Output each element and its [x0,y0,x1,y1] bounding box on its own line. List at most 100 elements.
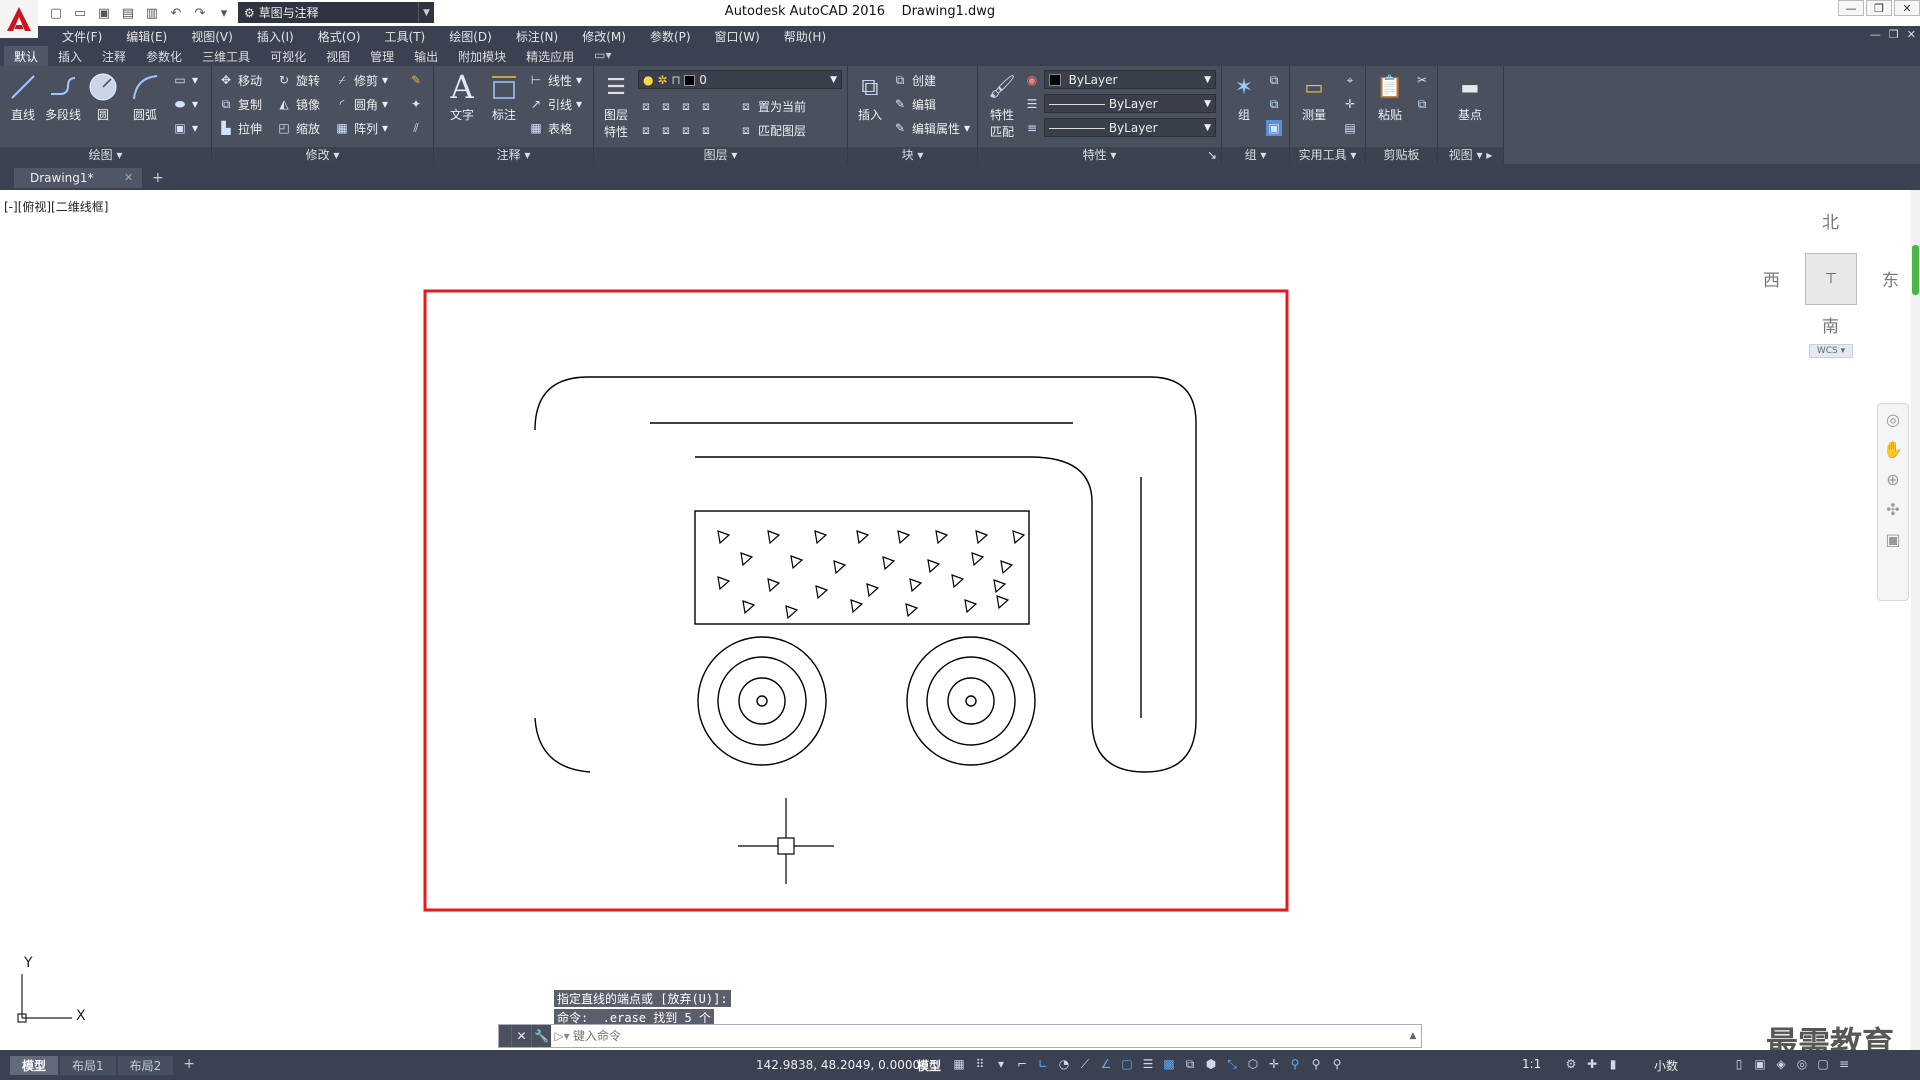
new-tab-button[interactable]: + [152,170,164,186]
trim-button[interactable]: ⌿ 修剪 ▾ [334,70,388,90]
hardware-acceleration-icon[interactable]: ◎ [1793,1054,1811,1074]
mirror-button[interactable]: ◭ 镜像 [276,94,320,114]
auto-scale-icon[interactable]: ⚲ [1307,1054,1325,1074]
doc-minimize-button[interactable]: — [1870,28,1881,41]
tab-featured-apps[interactable]: 精选应用 [516,46,584,66]
zoom-icon[interactable]: ⊕ [1878,464,1908,494]
menu-insert[interactable]: 插入(I) [245,28,306,45]
object-snap-tracking-icon[interactable]: ∠ [1097,1054,1115,1074]
vertical-scrollbar[interactable] [1911,190,1920,1050]
annotation-visibility-icon[interactable]: ⚲ [1286,1054,1304,1074]
object-snap-icon[interactable]: ▢ [1118,1054,1136,1074]
close-button[interactable]: ✕ [1894,0,1920,16]
linear-dimension-button[interactable]: ⊢ 线性 ▾ [528,70,582,90]
snap-icon[interactable]: ⠿ [971,1054,989,1074]
dynamic-input-icon[interactable]: ⌐ [1013,1054,1031,1074]
tab-visualize[interactable]: 可视化 [260,46,316,66]
tab-addins[interactable]: 附加模块 [448,46,516,66]
ortho-icon[interactable]: ∟ [1034,1054,1052,1074]
copy-button[interactable]: ⧉ 复制 [218,94,262,114]
lineweight-toggle-icon[interactable]: ☰ [1139,1054,1157,1074]
tab-home[interactable]: 默认 [4,46,49,66]
transparency-icon[interactable]: ▩ [1160,1054,1178,1074]
doc-close-button[interactable]: ✕ [1907,28,1916,41]
pan-icon[interactable]: ✋ [1878,434,1908,464]
lock-ui-icon[interactable]: ▣ [1751,1054,1769,1074]
match-layer-button[interactable]: ⧈ 匹配图层 [738,120,806,140]
wrench-icon[interactable]: 🔧 [531,1025,551,1047]
viewcube-top-face[interactable]: ⊤ [1805,253,1857,305]
doc-restore-button[interactable]: ❐ [1889,28,1899,41]
viewcube-east[interactable]: 东 [1882,266,1899,291]
group-select-tool[interactable]: ▣ [1266,118,1282,138]
copy-clip-tool[interactable]: ⧉ [1414,94,1430,114]
grid-icon[interactable]: ▦ [950,1054,968,1074]
stretch-button[interactable]: ▙ 拉伸 [218,118,262,138]
create-block-button[interactable]: ⧉ 创建 [892,70,936,90]
model-space-toggle[interactable]: 模型 [917,1057,941,1074]
units-display[interactable]: 小数 [1654,1057,1678,1074]
utilities-panel-title[interactable]: 实用工具 ▾ [1290,147,1365,164]
tab-layout2[interactable]: 布局2 [117,1056,174,1075]
view-panel-title[interactable]: 视图 ▾ ▸ [1438,147,1503,164]
layer-tools-row-1[interactable]: ⧈ ⧈ ⧈ ⧈ [638,96,714,116]
text-button[interactable]: A 文字 [442,68,482,123]
match-properties-button[interactable]: 🖌 特性 匹配 [982,70,1022,140]
annotation-panel-title[interactable]: 注释 ▾ [434,147,593,164]
paste-button[interactable]: 📋 粘贴 [1370,70,1410,123]
array-button[interactable]: ▦ 阵列 ▾ [334,118,388,138]
arc-button[interactable]: 圆弧 [125,70,165,123]
tab-output[interactable]: 输出 [404,46,448,66]
showmotion-icon[interactable]: ▣ [1878,524,1908,554]
line-button[interactable]: 直线 [3,70,43,123]
edit-block-button[interactable]: ✎ 编辑 [892,94,936,114]
tab-model[interactable]: 模型 [10,1056,59,1075]
scrollbar-thumb[interactable] [1912,245,1919,295]
chevron-up-icon[interactable]: ▲ [1405,1031,1421,1041]
offset-tool[interactable]: ⫽ [408,118,424,138]
fillet-button[interactable]: ◜ 圆角 ▾ [334,94,388,114]
command-line-grip[interactable] [499,1025,511,1047]
set-current-layer-button[interactable]: ⧈ 置为当前 [738,96,806,116]
layer-dropdown[interactable]: ● ✲ ⊓ 0 ▼ [638,70,842,89]
tab-layout1[interactable]: 布局1 [60,1056,116,1075]
quick-properties-icon[interactable]: ▯ [1730,1054,1748,1074]
quick-select-tool[interactable]: ✛ [1342,94,1358,114]
group-edit-tool[interactable]: ⧉ [1266,94,1282,114]
draw-panel-title[interactable]: 绘图 ▾ [0,147,211,164]
tab-annotate[interactable]: 注释 [92,46,136,66]
polar-icon[interactable]: ◔ [1055,1054,1073,1074]
orbit-icon[interactable]: ✣ [1878,494,1908,524]
menu-window[interactable]: 窗口(W) [703,28,772,45]
isolate-icon[interactable]: ▮ [1604,1054,1622,1074]
command-prompt-icon[interactable]: ▷▾ [551,1029,573,1043]
tab-insert[interactable]: 插入 [48,46,92,66]
menu-edit[interactable]: 编辑(E) [114,28,179,45]
layer-properties-button[interactable]: ☰ 图层 特性 [596,70,636,140]
close-icon[interactable]: ✕ [124,171,133,184]
linetype-dropdown[interactable]: ByLayer ▼ [1044,94,1216,113]
steering-wheel-icon[interactable]: ◎ [1878,404,1908,434]
layer-tools-row-2[interactable]: ⧈ ⧈ ⧈ ⧈ [638,120,714,140]
drawing-area[interactable]: [-][俯视][二维线框] 北 南 西 东 ⊤ WCS ▾ ◎ ✋ ⊕ ✣ ▣ … [0,190,1920,1050]
move-button[interactable]: ✥ 移动 [218,70,262,90]
ribbon-display-toggle-icon[interactable]: ▭▾ [584,46,621,66]
dynamic-ucs-icon[interactable]: ⤡ [1223,1054,1241,1074]
layers-panel-title[interactable]: 图层 ▾ [594,147,847,164]
isolate-objects-icon[interactable]: ◈ [1772,1054,1790,1074]
boundary-tool[interactable]: ▣ ▾ [172,118,198,138]
gizmo-icon[interactable]: ✛ [1265,1054,1283,1074]
measure-button[interactable]: ▭ 测量 [1294,70,1334,123]
viewcube-west[interactable]: 西 [1763,266,1780,291]
menu-parametric[interactable]: 参数(P) [638,28,703,45]
viewcube-south[interactable]: 南 [1822,312,1839,337]
annotation-scale[interactable]: 1:1 [1522,1057,1541,1071]
workspace-gear-icon[interactable]: ⚙ [1562,1054,1580,1074]
table-button[interactable]: ▦ 表格 [528,118,572,138]
circle-button[interactable]: 圆 [83,70,123,123]
isodraft-icon[interactable]: ⟋ [1076,1054,1094,1074]
snap-dropdown-icon[interactable]: ▾ [992,1054,1010,1074]
menu-tools[interactable]: 工具(T) [373,28,438,45]
ungroup-tool[interactable]: ⧉ [1266,70,1282,90]
menu-file[interactable]: 文件(F) [50,28,114,45]
